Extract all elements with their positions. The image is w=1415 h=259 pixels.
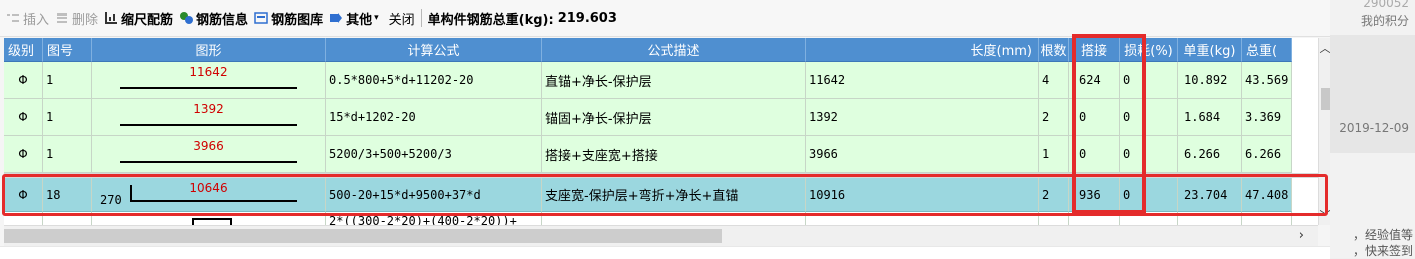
col-header-fig-no[interactable]: 图号: [43, 38, 92, 62]
cell-fig-no[interactable]: 1: [43, 99, 92, 136]
shape-length-label: 11642: [189, 65, 228, 79]
chevron-down-icon: ▾: [374, 13, 379, 23]
delete-row-icon: [55, 11, 69, 25]
toolbar-divider: [420, 9, 422, 27]
col-header-count[interactable]: 根数: [1039, 38, 1069, 62]
insert-button[interactable]: 插入: [6, 9, 49, 28]
cell-unit-weight[interactable]: 1.684: [1178, 99, 1242, 136]
rebar-library-button[interactable]: 钢筋图库: [254, 9, 323, 28]
cell-grade: Φ: [4, 99, 43, 136]
my-points-link[interactable]: 我的积分: [1361, 12, 1409, 29]
shape-length-label: 3966: [193, 139, 224, 153]
cell-formula[interactable]: 0.5*800+5*d+11202-20: [326, 62, 542, 99]
cell-length[interactable]: 1392: [806, 99, 1039, 136]
cell-desc[interactable]: 锚固+净长-保护层: [542, 99, 806, 136]
side-panel: 290052 我的积分 2019-12-09 ，经验值等 ，快来签到: [1330, 0, 1415, 258]
status-bar: [0, 246, 1330, 259]
cell-formula[interactable]: 15*d+1202-20: [326, 99, 542, 136]
other-menu-button[interactable]: 其他 ▾: [329, 9, 379, 28]
delete-button[interactable]: 删除: [55, 9, 98, 28]
selected-row-highlight: [2, 174, 1328, 216]
scale-rebar-icon: [104, 11, 118, 25]
other-label: 其他: [346, 12, 373, 28]
scale-rebar-label: 缩尺配筋: [121, 12, 174, 28]
close-label: 关闭: [388, 12, 415, 28]
rebar-info-button[interactable]: 钢筋信息: [179, 9, 248, 28]
side-panel-band: [1330, 35, 1415, 153]
insert-label: 插入: [23, 12, 50, 28]
col-header-formula[interactable]: 计算公式: [326, 38, 542, 62]
cell-desc[interactable]: 搭接+支座宽+搭接: [542, 136, 806, 173]
cell-count[interactable]: 4: [1039, 62, 1069, 99]
cell-grade: Φ: [4, 62, 43, 99]
col-header-length[interactable]: 长度(mm): [806, 38, 1039, 62]
cell-formula[interactable]: 5200/3+500+5200/3: [326, 136, 542, 173]
side-top-text: 290052: [1363, 0, 1409, 10]
cell-fig-no[interactable]: 1: [43, 136, 92, 173]
side-note-line1: ，经验值等: [1352, 228, 1413, 242]
col-header-total-weight[interactable]: 总重(: [1242, 38, 1292, 62]
cell-fig-no[interactable]: 1: [43, 62, 92, 99]
cell-length[interactable]: 3966: [806, 136, 1039, 173]
other-icon: [329, 11, 343, 25]
cell-desc[interactable]: 直锚+净长-保护层: [542, 62, 806, 99]
cell-length[interactable]: 11642: [806, 62, 1039, 99]
cell-total-weight[interactable]: 6.266: [1242, 136, 1292, 173]
cell-count[interactable]: 1: [1039, 136, 1069, 173]
cell-grade: Φ: [4, 136, 43, 173]
insert-icon: [6, 11, 20, 25]
cell-total-weight[interactable]: 3.369: [1242, 99, 1292, 136]
rebar-stirrup-shape: [192, 218, 232, 225]
cell-shape[interactable]: 3966: [92, 136, 326, 173]
chevron-right-icon[interactable]: ›: [1299, 228, 1304, 243]
toolbar: 插入 删除 缩尺配筋 钢筋信息 钢筋图库 其他 ▾ 关闭 单构件钢筋总重(kg)…: [0, 0, 1330, 37]
rebar-shape-line: [120, 87, 297, 89]
col-header-grade[interactable]: 级别: [4, 38, 43, 62]
vertical-scroll-thumb[interactable]: [1321, 88, 1330, 110]
rebar-library-icon: [254, 11, 268, 25]
rebar-editor-window: 插入 删除 缩尺配筋 钢筋信息 钢筋图库 其他 ▾ 关闭 单构件钢筋总重(kg)…: [0, 0, 1331, 259]
rebar-library-label: 钢筋图库: [271, 12, 324, 28]
rebar-info-label: 钢筋信息: [196, 12, 249, 28]
cell-shape[interactable]: 1392: [92, 99, 326, 136]
side-note-line2: ，快来签到: [1352, 244, 1413, 258]
total-weight-value: 219.603: [557, 10, 617, 26]
side-date: 2019-12-09: [1339, 121, 1409, 135]
col-header-unit-weight[interactable]: 单重(kg): [1178, 38, 1242, 62]
total-weight-label: 单构件钢筋总重(kg):: [427, 12, 554, 28]
horizontal-scrollbar[interactable]: ›: [4, 225, 1318, 246]
cell-unit-weight[interactable]: 10.892: [1178, 62, 1242, 99]
delete-label: 删除: [72, 12, 99, 28]
rebar-shape-line: [120, 124, 297, 126]
col-header-desc[interactable]: 公式描述: [542, 38, 806, 62]
shape-length-label: 1392: [193, 102, 224, 116]
horizontal-scroll-thumb[interactable]: [4, 229, 722, 243]
rebar-shape-line: [120, 161, 297, 163]
cell-unit-weight[interactable]: 6.266: [1178, 136, 1242, 173]
cell-total-weight[interactable]: 43.569: [1242, 62, 1292, 99]
col-header-shape[interactable]: 图形: [92, 38, 326, 62]
rebar-info-icon: [179, 11, 194, 25]
cell-count[interactable]: 2: [1039, 99, 1069, 136]
close-button[interactable]: 关闭: [389, 9, 415, 28]
scale-rebar-button[interactable]: 缩尺配筋: [104, 9, 173, 28]
cell-shape[interactable]: 11642: [92, 62, 326, 99]
